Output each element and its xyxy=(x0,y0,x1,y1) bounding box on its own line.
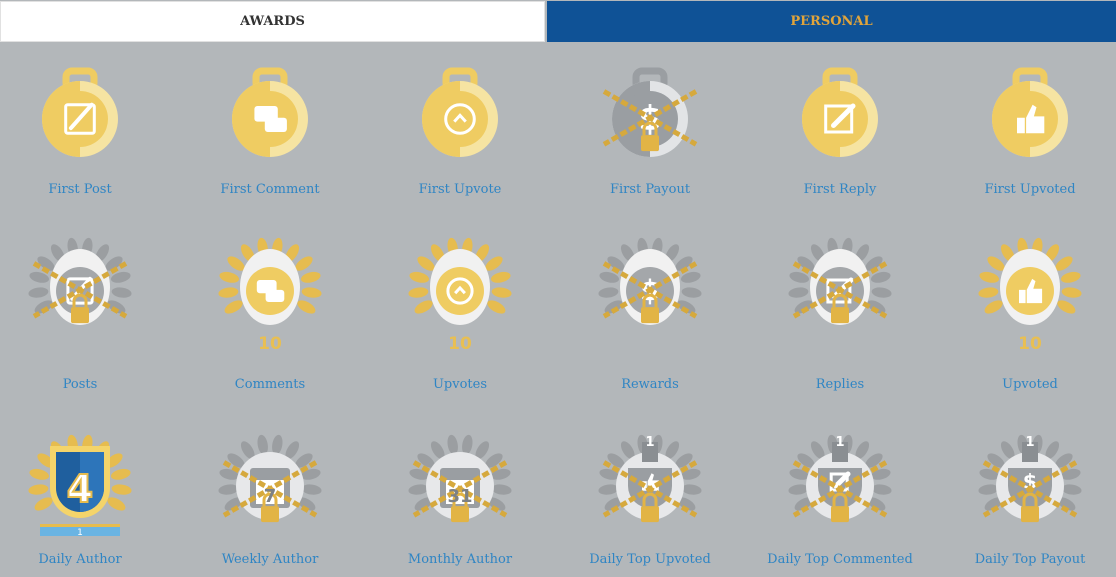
award-label[interactable]: Rewards xyxy=(560,377,740,392)
thumbs-up-wreath-icon: 10 xyxy=(975,235,1085,355)
award-number: 1 xyxy=(645,435,654,450)
quill-wreath-icon xyxy=(25,235,135,355)
award-number: 1 xyxy=(1025,435,1034,450)
level-badge: 10 xyxy=(448,334,472,354)
award-item[interactable]: 10 Comments xyxy=(180,235,360,399)
award-item[interactable]: First Upvote xyxy=(370,67,550,204)
award-number: 7 xyxy=(264,486,277,507)
tab-bar: AWARDS PERSONAL xyxy=(0,0,1116,43)
award-label[interactable]: Monthly Author xyxy=(370,552,550,567)
award-label[interactable]: First Upvoted xyxy=(940,182,1116,197)
award-item[interactable]: 10 Upvotes xyxy=(370,235,550,399)
award-item[interactable]: First Post xyxy=(0,67,170,204)
awards-grid: First Post First Comment First Upvote $ Fir… xyxy=(0,43,1116,577)
thumbs-up-medal-icon xyxy=(980,67,1080,163)
edit-medal-icon xyxy=(790,67,890,163)
calendar-31-icon: 31 xyxy=(405,432,515,542)
award-item[interactable]: 4 1 Daily Author xyxy=(0,432,170,574)
award-number: 1 xyxy=(835,435,844,450)
award-item[interactable]: 31 Monthly Author xyxy=(370,432,550,574)
trophy-edit-icon: 1 xyxy=(785,432,895,542)
award-label[interactable]: First Comment xyxy=(180,182,360,197)
award-label[interactable]: Daily Author xyxy=(0,552,170,567)
daily-author-shield-icon: 41 xyxy=(25,432,135,542)
award-label[interactable]: Daily Top Commented xyxy=(750,552,930,567)
tab-awards[interactable]: AWARDS xyxy=(0,1,545,42)
award-item[interactable]: 7 Weekly Author xyxy=(180,432,360,574)
level-badge: 10 xyxy=(258,334,282,354)
award-item[interactable]: $ 1 Daily Top Payout xyxy=(940,432,1116,574)
award-label[interactable]: Posts xyxy=(0,377,170,392)
award-label[interactable]: Upvotes xyxy=(370,377,550,392)
award-number: 31 xyxy=(447,486,472,507)
award-number: 4 xyxy=(67,467,93,511)
dollar-wreath-icon: $ xyxy=(595,235,705,355)
award-item[interactable]: Replies xyxy=(750,235,930,399)
edit-wreath-icon xyxy=(785,235,895,355)
award-label[interactable]: Replies xyxy=(750,377,930,392)
award-label[interactable]: First Payout xyxy=(560,182,740,197)
award-label[interactable]: First Upvote xyxy=(370,182,550,197)
award-label[interactable]: First Reply xyxy=(750,182,930,197)
award-item[interactable]: 1 Daily Top Commented xyxy=(750,432,930,574)
award-label[interactable]: Weekly Author xyxy=(180,552,360,567)
upvote-wreath-icon: 10 xyxy=(405,235,515,355)
quill-medal-icon xyxy=(30,67,130,163)
award-item[interactable]: $ First Payout xyxy=(560,67,740,204)
award-item[interactable]: First Reply xyxy=(750,67,930,204)
dollar-medal-icon: $ xyxy=(600,67,700,163)
award-label[interactable]: First Post xyxy=(0,182,170,197)
trophy-dollar-icon: $ 1 xyxy=(975,432,1085,542)
award-label[interactable]: Daily Top Upvoted xyxy=(560,552,740,567)
chat-wreath-icon: 10 xyxy=(215,235,325,355)
trophy-thumbs-up-icon: 1 xyxy=(595,432,705,542)
award-item[interactable]: $ Rewards xyxy=(560,235,740,399)
ribbon-number: 1 xyxy=(77,528,83,538)
award-item[interactable]: Posts xyxy=(0,235,170,399)
upvote-medal-icon xyxy=(410,67,510,163)
award-item[interactable]: First Comment xyxy=(180,67,360,204)
chat-medal-icon xyxy=(220,67,320,163)
award-label[interactable]: Daily Top Payout xyxy=(940,552,1116,567)
award-label[interactable]: Upvoted xyxy=(940,377,1116,392)
level-badge: 10 xyxy=(1018,334,1042,354)
award-item[interactable]: First Upvoted xyxy=(940,67,1116,204)
award-item[interactable]: 10 Upvoted xyxy=(940,235,1116,399)
calendar-7-icon: 7 xyxy=(215,432,325,542)
award-label[interactable]: Comments xyxy=(180,377,360,392)
tab-personal[interactable]: PERSONAL xyxy=(547,1,1116,42)
award-item[interactable]: 1 Daily Top Upvoted xyxy=(560,432,740,574)
